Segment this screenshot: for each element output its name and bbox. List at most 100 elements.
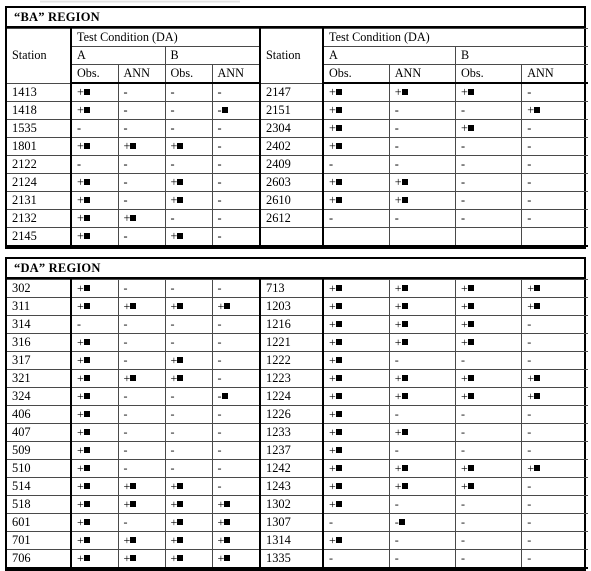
result-cell: + (454, 279, 523, 298)
region-da-tables: 302 + - - -311 + + + +314- - - -316 + - - -317 + - + -321 + +… (7, 279, 588, 569)
plus-sign: + (329, 299, 336, 313)
filled-square-icon (83, 357, 90, 363)
header-condition-a: A (323, 46, 456, 65)
result-cell: - (164, 155, 213, 174)
filled-square-icon (335, 447, 342, 453)
region-da-right-table: 713 + + + +1203 + + + +1216 + + + -1221 + + + -1222 + - - -1… (259, 279, 588, 569)
result-cell: - (211, 191, 259, 210)
station-number: 311 (7, 297, 72, 316)
result-cell: + (388, 459, 457, 478)
plus-sign: + (77, 407, 84, 421)
plus-sign: + (170, 193, 178, 207)
plus-sign: + (461, 335, 468, 349)
plus-sign: + (170, 139, 178, 153)
result-cell: + (322, 333, 390, 352)
result-cell: - (322, 549, 390, 569)
station-number: 514 (7, 477, 72, 496)
plus-sign: + (77, 299, 84, 313)
plus-sign: + (394, 193, 402, 207)
table-row: 2145 + - + - (7, 227, 259, 247)
header-row-1: Station Test Condition (DA) (261, 28, 588, 84)
station-number: 1413 (7, 82, 72, 102)
result-cell: + (117, 549, 166, 569)
table-row: 706 + + + + (7, 549, 259, 569)
table-row: 1242 + + + + (261, 459, 588, 478)
plus-sign: + (170, 175, 178, 189)
result-cell: + (70, 369, 119, 388)
result-cell: - (454, 405, 523, 424)
station-number: 1222 (261, 351, 324, 370)
filled-square-icon (335, 321, 342, 327)
result-cell: - (117, 191, 166, 210)
plus-sign: + (394, 461, 402, 475)
result-cell: + (70, 441, 119, 460)
plus-sign: + (123, 497, 131, 511)
station-number: 2409 (261, 155, 324, 174)
result-cell: + (322, 477, 390, 496)
result-cell: + (521, 101, 588, 120)
result-cell: - (117, 155, 166, 174)
table-body: 2147 + + + -2151 + - - +2304 + - + -2402 + - - -2409- - - -… (261, 82, 588, 247)
header-ann-b: ANN (211, 64, 259, 84)
plus-sign: + (77, 211, 84, 225)
result-cell: - (211, 173, 259, 192)
table-row: 1335- - - - (261, 549, 588, 569)
result-cell: + (322, 82, 390, 102)
filled-square-icon (335, 303, 342, 309)
result-cell: + (454, 82, 523, 102)
result-cell: - (454, 423, 523, 442)
result-cell: - (164, 119, 213, 138)
result-cell: - (70, 119, 119, 138)
filled-square-icon (130, 555, 137, 561)
result-cell: + (70, 279, 119, 298)
plus-sign: + (77, 533, 84, 547)
result-cell: + (322, 351, 390, 370)
table-row: 406 + - - - (7, 405, 259, 424)
plus-sign: + (329, 121, 336, 135)
plus-sign: + (394, 281, 402, 295)
result-cell: - (117, 279, 166, 298)
plus-sign: + (461, 461, 468, 475)
filled-square-icon (83, 537, 90, 543)
result-cell: - (211, 82, 259, 102)
filled-square-icon (401, 393, 408, 399)
result-cell: + (388, 279, 457, 298)
result-cell: + (164, 297, 213, 316)
result-cell: + (388, 477, 457, 496)
result-cell: + (521, 387, 588, 406)
filled-square-icon (221, 393, 228, 399)
station-number: 1535 (7, 119, 72, 138)
result-cell: + (117, 495, 166, 514)
filled-square-icon (401, 197, 408, 203)
plus-sign: + (123, 533, 131, 547)
result-cell: + (70, 351, 119, 370)
plus-sign: + (170, 497, 178, 511)
result-cell: - (454, 531, 523, 550)
station-number: 2612 (261, 209, 324, 228)
result-cell (521, 227, 588, 247)
filled-square-icon (177, 303, 184, 309)
result-cell: + (70, 423, 119, 442)
plus-sign: + (77, 139, 84, 153)
table-ba-right: Station Test Condition (DA) A B Obs. ANN… (261, 28, 588, 247)
result-cell (388, 227, 457, 247)
result-cell: + (164, 137, 213, 156)
station-number: 321 (7, 369, 72, 388)
result-cell: + (70, 405, 119, 424)
station-number: 317 (7, 351, 72, 370)
plus-sign: + (217, 497, 225, 511)
station-number: 1302 (261, 495, 324, 514)
filled-square-icon (83, 179, 90, 185)
result-cell: - (521, 423, 588, 442)
result-cell: + (454, 315, 523, 334)
result-cell: + (117, 477, 166, 496)
plus-sign: + (329, 85, 336, 99)
table-da-right: 713 + + + +1203 + + + +1216 + + + -1221 + + + -1222 + - - -1… (261, 279, 588, 569)
filled-square-icon (177, 357, 184, 363)
plus-sign: + (461, 121, 468, 135)
station-number: 701 (7, 531, 72, 550)
result-cell: + (70, 191, 119, 210)
plus-sign: + (329, 281, 336, 295)
station-number: 1223 (261, 369, 324, 388)
result-cell: - (164, 387, 213, 406)
